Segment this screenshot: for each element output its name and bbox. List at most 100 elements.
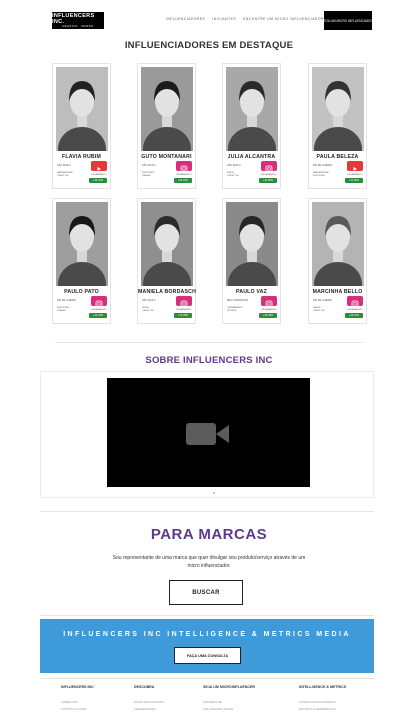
- influencer-name[interactable]: JULIA ALCANTRA: [223, 154, 280, 160]
- about-title: SOBRE INFLUENCERS INC: [145, 355, 273, 366]
- category-label: LIFESTYLE: [313, 310, 325, 312]
- footer-link[interactable]: CONTATO & AJUDA: [61, 707, 87, 711]
- footer-col-title: INFLUENCERS INC: [61, 685, 94, 689]
- influencer-card[interactable]: FLAVIA RUBIM SÃO PAULO MATERNIDADE LIFESTYL…: [52, 63, 111, 189]
- footer-link[interactable]: CELEBRIDADES: [134, 707, 156, 711]
- engagement-label: ENGAJAMENTO: [347, 174, 363, 176]
- engagement-label: ENGAJAMENTO: [176, 174, 192, 176]
- footer-link[interactable]: CONSULTA ENGAJAMENTO: [299, 700, 336, 704]
- site-header: INFLUENCERS INC. NEGÓCIO · MUNDO INFLUEN…: [0, 0, 418, 40]
- influencer-categories: MATERNIDADE ESPORTES: [313, 172, 329, 178]
- nav-encontre[interactable]: ENCONTRE UM MICRO INFLUENCIADOR: [243, 17, 324, 21]
- engagement-label: ENGAJAMENTO: [176, 309, 192, 311]
- instagram-icon[interactable]: [261, 296, 277, 308]
- category-label: LIFESTYLE: [227, 175, 239, 177]
- logo-text: INFLUENCERS INC.: [52, 13, 95, 25]
- brands-title: PARA MARCAS: [150, 526, 268, 543]
- influencer-photo: [56, 67, 108, 151]
- footer-col-title: DESCUBRA: [134, 685, 155, 689]
- influencer-categories: SAÚDE LIFESTYLE: [313, 307, 325, 313]
- engagement-badge: +10.24%: [89, 178, 107, 183]
- instagram-icon[interactable]: [261, 161, 277, 173]
- category-label: VIAGEM: [142, 175, 151, 177]
- influencer-photo: [141, 202, 193, 286]
- influencer-card[interactable]: PAULO PATO RIO DE JANEIRO ESPORTES VIAGEM EN…: [52, 198, 111, 324]
- category-label: FITNESS: [227, 310, 237, 312]
- engagement-badge: +16.22%: [345, 313, 363, 318]
- influencer-city: RIO DE JANEIRO: [57, 299, 77, 302]
- influencer-name[interactable]: PAULO VAZ: [223, 289, 280, 295]
- influencer-card[interactable]: PAULA BELEZA RIO DE JANEIRO MATERNIDADE ESP…: [308, 63, 367, 189]
- influencer-categories: MATERNIDADE LIFESTYLE: [57, 172, 73, 178]
- category-label: ESPORTES: [313, 175, 325, 177]
- footer-link[interactable]: MICRO INFLUENCERS: [134, 700, 164, 704]
- influencer-name[interactable]: MANIELA BORDASCH: [138, 289, 196, 295]
- instagram-icon[interactable]: [176, 161, 192, 173]
- consult-button[interactable]: FAÇA UMA CONSULTA: [174, 647, 241, 664]
- engagement-badge: +10.24%: [89, 313, 107, 318]
- influencer-city: BELO HORIZONTE: [227, 299, 249, 302]
- footer-col-title: SEJA UM MICROINFLUENCER: [203, 685, 255, 689]
- video-camera-icon[interactable]: [186, 422, 230, 446]
- influencer-card[interactable]: PAULO VAZ BELO HORIZONTE TREINAMENTO FITNES…: [222, 198, 281, 324]
- engagement-badge: +17.28%: [174, 313, 192, 318]
- video-dot: [213, 492, 215, 494]
- footer-link[interactable]: INSCREVA-SE: [203, 700, 222, 704]
- influencer-card[interactable]: GUTO MONTANARI SÃO PAULO ESPORTES VIAGEM ENG…: [137, 63, 196, 189]
- footer-link[interactable]: INFLUENCERS SAÚDE: [203, 707, 233, 711]
- influencer-name[interactable]: PAULO PATO: [53, 289, 110, 295]
- influencer-categories: MODA LIFESTYLE: [227, 172, 239, 178]
- influencer-categories: MODA LIFESTYLE: [142, 307, 154, 313]
- influencer-photo: [226, 67, 278, 151]
- category-label: LIFESTYLE: [142, 310, 154, 312]
- influencer-city: SÃO PAULO: [142, 164, 156, 167]
- engagement-label: ENGAJAMENTO: [347, 309, 363, 311]
- search-button[interactable]: BUSCAR: [169, 580, 243, 605]
- footer-link[interactable]: ESTUDOS & REFERÊNCIAS: [299, 707, 336, 711]
- influencer-name[interactable]: MARCINHA BELLO: [309, 289, 366, 295]
- featured-title: INFLUENCIADORES EM DESTAQUE: [124, 40, 294, 51]
- instagram-icon[interactable]: [176, 296, 192, 308]
- nav-influenciadores[interactable]: INFLUENCIADORES: [166, 17, 205, 21]
- influencer-photo: [56, 202, 108, 286]
- influencer-city: SÃO PAULO: [227, 164, 241, 167]
- youtube-icon[interactable]: [91, 161, 107, 171]
- influencer-photo: [312, 202, 364, 286]
- influencer-name[interactable]: PAULA BELEZA: [309, 154, 366, 160]
- nav-iniciantes[interactable]: INICIANTES: [212, 17, 236, 21]
- site-logo[interactable]: INFLUENCERS INC. NEGÓCIO · MUNDO: [52, 12, 104, 29]
- footer-link[interactable]: SOBRE NÓS: [61, 700, 78, 704]
- influencer-city: SÃO PAULO: [142, 299, 156, 302]
- influencer-city: SÃO PAULO: [57, 164, 71, 167]
- instagram-icon[interactable]: [347, 296, 363, 308]
- influencer-name[interactable]: GUTO MONTANARI: [138, 154, 195, 160]
- category-label: LIFESTYLE: [57, 175, 69, 177]
- divider: [40, 678, 374, 679]
- engagement-badge: +18.33%: [259, 313, 277, 318]
- main-nav: INFLUENCIADORES INICIANTES ENCONTRE UM M…: [166, 17, 344, 21]
- logo-tagline: NEGÓCIO · MUNDO: [62, 25, 94, 28]
- page: INFLUENCERS INC. NEGÓCIO · MUNDO INFLUEN…: [0, 0, 418, 716]
- influencer-categories: TREINAMENTO FITNESS: [227, 307, 243, 313]
- engagement-label: ENGAJAMENTO: [261, 174, 277, 176]
- instagram-icon[interactable]: [91, 296, 107, 308]
- influencer-card[interactable]: MANIELA BORDASCH SÃO PAULO MODA LIFESTYLE EN…: [137, 198, 196, 324]
- engagement-badge: +10.28%: [259, 178, 277, 183]
- divider: [40, 511, 374, 512]
- influencer-card[interactable]: JULIA ALCANTRA SÃO PAULO MODA LIFESTYLE ENGA…: [222, 63, 281, 189]
- engagement-badge: +11.29%: [345, 178, 363, 183]
- influencer-city: RIO DE JANEIRO: [313, 299, 333, 302]
- divider: [55, 342, 363, 343]
- signup-cta-button[interactable]: SEJA UM MICRO INFLUENCIADOR: [322, 11, 374, 30]
- engagement-badge: +10.24%: [174, 178, 192, 183]
- youtube-icon[interactable]: [347, 161, 363, 171]
- influencer-photo: [312, 67, 364, 151]
- influencer-card[interactable]: MARCINHA BELLO RIO DE JANEIRO SAÚDE LIFESTY…: [308, 198, 367, 324]
- influencer-categories: ESPORTES VIAGEM: [142, 172, 154, 178]
- footer-col-title: INTELLIGENCE & METRICS: [299, 685, 347, 689]
- influencer-name[interactable]: FLAVIA RUBIM: [53, 154, 110, 160]
- engagement-label: ENGAJAMENTO: [91, 174, 107, 176]
- influencer-categories: ESPORTES VIAGEM: [57, 307, 69, 313]
- engagement-label: ENGAJAMENTO: [91, 309, 107, 311]
- banner-title: INFLUENCERS INC INTELLIGENCE & METRICS M…: [63, 631, 351, 638]
